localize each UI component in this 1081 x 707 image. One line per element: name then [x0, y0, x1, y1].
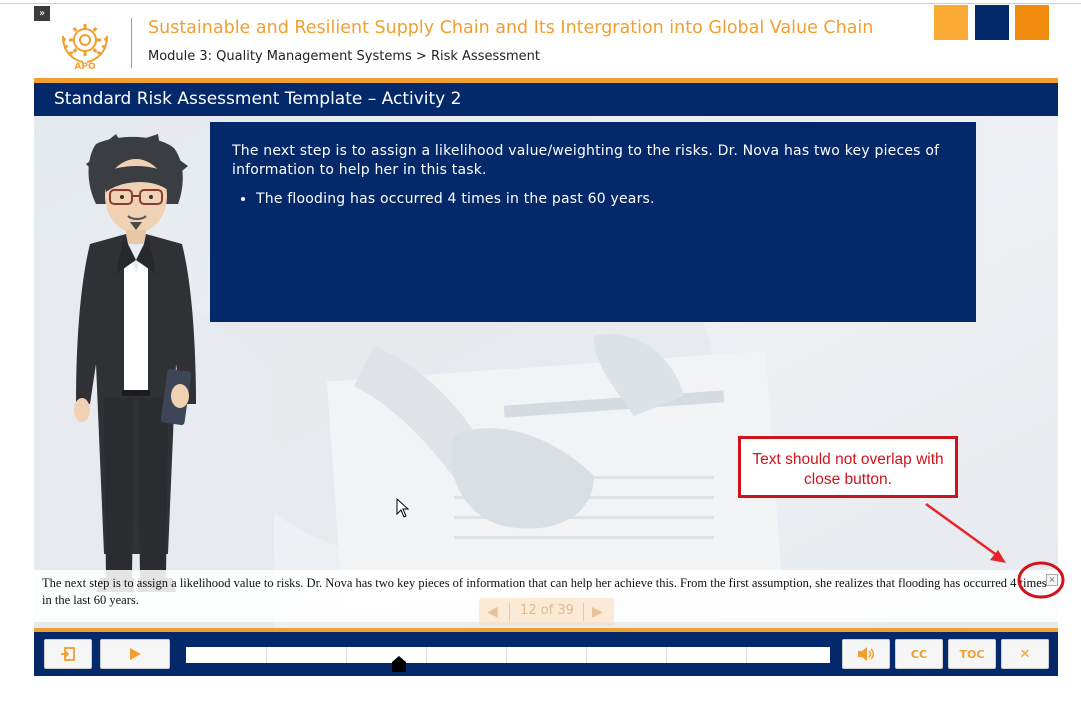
- next-page-button[interactable]: ▶: [592, 604, 604, 620]
- breadcrumb: Module 3: Quality Management Systems > R…: [148, 49, 541, 64]
- close-course-button[interactable]: ✕: [1001, 639, 1049, 669]
- annotation-text: Text should not overlap with close butto…: [752, 451, 944, 488]
- seek-segment-divider: [426, 647, 427, 663]
- expand-sidebar-button[interactable]: »: [34, 6, 50, 21]
- info-text: The next step is to assign a likelihood …: [232, 143, 940, 178]
- seek-segment-divider: [266, 647, 267, 663]
- info-bullet-item: The flooding has occurred 4 times in the…: [256, 190, 954, 209]
- slide-title-bar: Standard Risk Assessment Template – Acti…: [34, 83, 1058, 116]
- mouse-cursor-icon: [396, 498, 410, 518]
- seek-bar[interactable]: [186, 647, 830, 663]
- top-border: [0, 3, 1081, 4]
- seek-segment-divider: [666, 647, 667, 663]
- page-navigator: ◀ 12 of 39 ▶: [479, 598, 614, 626]
- slide-title: Standard Risk Assessment Template – Acti…: [54, 89, 462, 109]
- pager-divider: [583, 603, 584, 621]
- play-icon: [130, 648, 141, 660]
- info-panel: The next step is to assign a likelihood …: [210, 122, 976, 322]
- logo-text: APO: [74, 62, 96, 70]
- exit-button[interactable]: [44, 639, 92, 669]
- volume-icon: [858, 647, 874, 661]
- pager-divider: [509, 603, 510, 621]
- exit-icon: [61, 647, 75, 661]
- page-counter-text: 12 of 39: [520, 603, 574, 618]
- brand-square-navy: [975, 5, 1009, 40]
- table-of-contents-button[interactable]: TOC: [948, 639, 996, 669]
- play-button[interactable]: [100, 639, 170, 669]
- seek-segment-divider: [346, 647, 347, 663]
- seek-segment-divider: [746, 647, 747, 663]
- review-annotation-callout: Text should not overlap with close butto…: [738, 436, 958, 498]
- seek-thumb[interactable]: [391, 656, 406, 672]
- course-title: Sustainable and Resilient Supply Chain a…: [148, 18, 874, 38]
- seek-segment-divider: [506, 647, 507, 663]
- caption-close-button[interactable]: ×: [1046, 574, 1058, 586]
- prev-page-button[interactable]: ◀: [487, 604, 499, 620]
- player-control-bar: CC TOC ✕: [34, 632, 1058, 676]
- seek-segment-divider: [586, 647, 587, 663]
- brand-square-dark-orange: [1015, 5, 1049, 40]
- volume-button[interactable]: [842, 639, 890, 669]
- dr-nova-character: [74, 134, 196, 592]
- apo-logo: APO: [62, 24, 108, 70]
- brand-square-orange: [934, 5, 968, 40]
- header-divider: [131, 18, 132, 68]
- info-bullet-list: The flooding has occurred 4 times in the…: [232, 190, 954, 209]
- slide-stage: The next step is to assign a likelihood …: [34, 116, 1058, 628]
- closed-caption-button[interactable]: CC: [895, 639, 943, 669]
